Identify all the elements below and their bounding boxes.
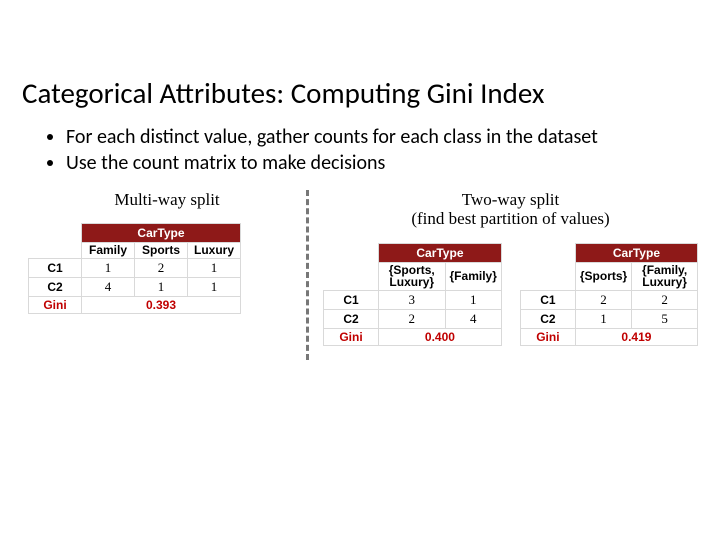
multiway-caption: Multi-way split <box>42 190 292 210</box>
row-header: C2 <box>324 310 379 329</box>
cell: 5 <box>632 310 698 329</box>
blank-cell <box>29 243 82 259</box>
col-header: {Sports, Luxury} <box>379 262 446 290</box>
table-header: CarType <box>575 243 697 262</box>
multiway-table: CarType Family Sports Luxury C1 1 2 1 C2… <box>28 223 241 314</box>
page-title: Categorical Attributes: Computing Gini I… <box>22 75 698 111</box>
row-header: C1 <box>520 291 575 310</box>
blank-cell <box>29 224 82 243</box>
comparison-row: Multi-way split CarType Family Sports Lu… <box>22 190 698 360</box>
cell: 2 <box>135 258 188 277</box>
row-header: C2 <box>29 277 82 296</box>
cell: 3 <box>379 291 446 310</box>
cell: 4 <box>445 310 501 329</box>
table-header: CarType <box>82 224 241 243</box>
gini-label: Gini <box>520 329 575 346</box>
bullet-item: For each distinct value, gather counts f… <box>66 125 698 149</box>
col-header: Family <box>82 243 135 259</box>
blank-cell <box>520 243 575 262</box>
col-header: Sports <box>135 243 188 259</box>
multiway-column: Multi-way split CarType Family Sports Lu… <box>22 190 292 314</box>
table-header: CarType <box>379 243 502 262</box>
gini-label: Gini <box>324 329 379 346</box>
cell: 2 <box>632 291 698 310</box>
caption-line: Two-way split <box>462 190 560 209</box>
cell: 4 <box>82 277 135 296</box>
cell: 2 <box>379 310 446 329</box>
twoway-caption: Two-way split (find best partition of va… <box>323 190 698 229</box>
divider <box>306 190 309 360</box>
twoway-tables: CarType {Sports, Luxury} {Family} C1 3 1… <box>323 243 698 346</box>
col-header: Luxury <box>188 243 241 259</box>
cell: 1 <box>188 277 241 296</box>
twoway-column: Two-way split (find best partition of va… <box>323 190 698 346</box>
col-header: {Family, Luxury} <box>632 262 698 290</box>
caption-line: (find best partition of values) <box>411 209 609 228</box>
twoway-table-a: CarType {Sports, Luxury} {Family} C1 3 1… <box>323 243 502 346</box>
twoway-table-b: CarType {Sports} {Family, Luxury} C1 2 2… <box>520 243 698 346</box>
col-header: {Sports} <box>575 262 631 290</box>
gini-value: 0.393 <box>82 296 241 313</box>
cell: 1 <box>188 258 241 277</box>
cell: 1 <box>445 291 501 310</box>
row-header: C1 <box>29 258 82 277</box>
gini-label: Gini <box>29 296 82 313</box>
blank-cell <box>520 262 575 290</box>
cell: 1 <box>82 258 135 277</box>
bullet-item: Use the count matrix to make decisions <box>66 151 698 175</box>
cell: 1 <box>135 277 188 296</box>
col-header: {Family} <box>445 262 501 290</box>
blank-cell <box>324 262 379 290</box>
slide: Categorical Attributes: Computing Gini I… <box>0 0 720 540</box>
cell: 2 <box>575 291 631 310</box>
bullet-list: For each distinct value, gather counts f… <box>22 125 698 176</box>
blank-cell <box>324 243 379 262</box>
row-header: C2 <box>520 310 575 329</box>
gini-value: 0.400 <box>379 329 502 346</box>
gini-value: 0.419 <box>575 329 697 346</box>
row-header: C1 <box>324 291 379 310</box>
cell: 1 <box>575 310 631 329</box>
